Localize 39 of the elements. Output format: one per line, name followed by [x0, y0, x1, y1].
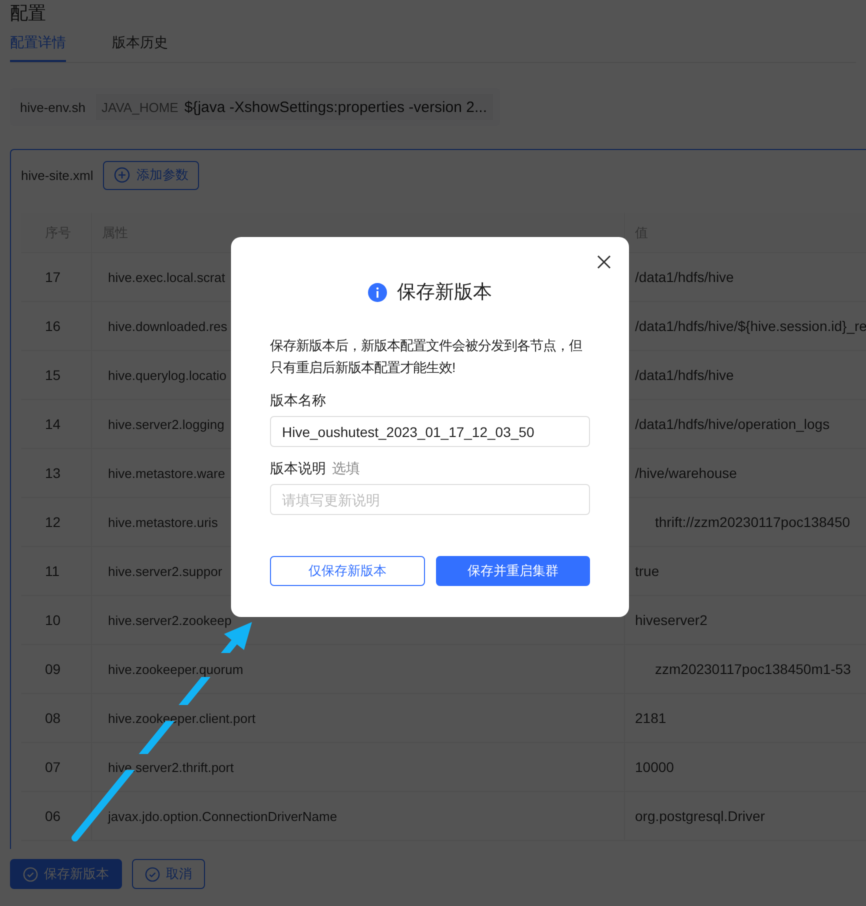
close-button[interactable] [595, 253, 613, 271]
field-label: 版本说明 [270, 460, 326, 478]
table-cell: 2181 [624, 694, 866, 742]
optional-hint: 选填 [332, 460, 360, 478]
table-cell-text: 06 [44, 807, 62, 826]
check-circle-icon [23, 866, 38, 882]
table-cell: hive.server2.thrift.port [91, 743, 624, 791]
table-cell-text: 17 [44, 268, 62, 287]
file-name: hive-env.sh [20, 100, 86, 114]
table-cell-text: 11 [44, 562, 61, 581]
table-cell-text: 14 [44, 415, 62, 434]
table-cell-text: 16 [44, 317, 62, 336]
save-button[interactable]: 保存新版本 [10, 859, 122, 889]
env-value: ${java -XshowSettings:properties -version 2... [184, 98, 487, 116]
table-cell: 10000 [624, 743, 866, 791]
table-cell-text: 13 [44, 464, 62, 483]
description-field[interactable]: 请填写更新说明 [270, 484, 590, 515]
table-cell: zzm20230117poc138450m1-53 [624, 645, 866, 693]
check-circle-icon [145, 866, 160, 882]
cancel-button[interactable]: 取消 [132, 859, 205, 889]
version-name-field[interactable]: Hive_oushutest_2023_01_17_12_03_50 [270, 416, 590, 447]
table-cell-text: 10 [44, 611, 62, 630]
tab[interactable]: 配置详情 [10, 34, 66, 62]
table-cell-text: 09 [44, 660, 62, 679]
table-cell: org.postgresql.Driver [624, 792, 866, 840]
table-cell-text: 07 [44, 758, 62, 777]
info-icon [368, 282, 387, 302]
plus-circle-icon [114, 167, 130, 183]
page-title: 配置 [10, 2, 47, 25]
save-only-button[interactable]: 仅保存新版本 [270, 556, 424, 586]
table-cell-text: 12 [44, 513, 62, 532]
add-parameter-button[interactable]: 添加参数 [103, 160, 200, 190]
table-cell-text: 15 [44, 366, 62, 385]
file-name: hive-site.xml [21, 168, 94, 182]
save-restart-button[interactable]: 保存并重启集群 [436, 556, 590, 586]
table-cell: hive.zookeeper.client.port [91, 694, 624, 742]
table-cell: javax.jdo.option.ConnectionDriverName [91, 792, 624, 840]
tab[interactable]: 版本历史 [112, 34, 168, 62]
table-cell-text: 08 [44, 709, 62, 728]
